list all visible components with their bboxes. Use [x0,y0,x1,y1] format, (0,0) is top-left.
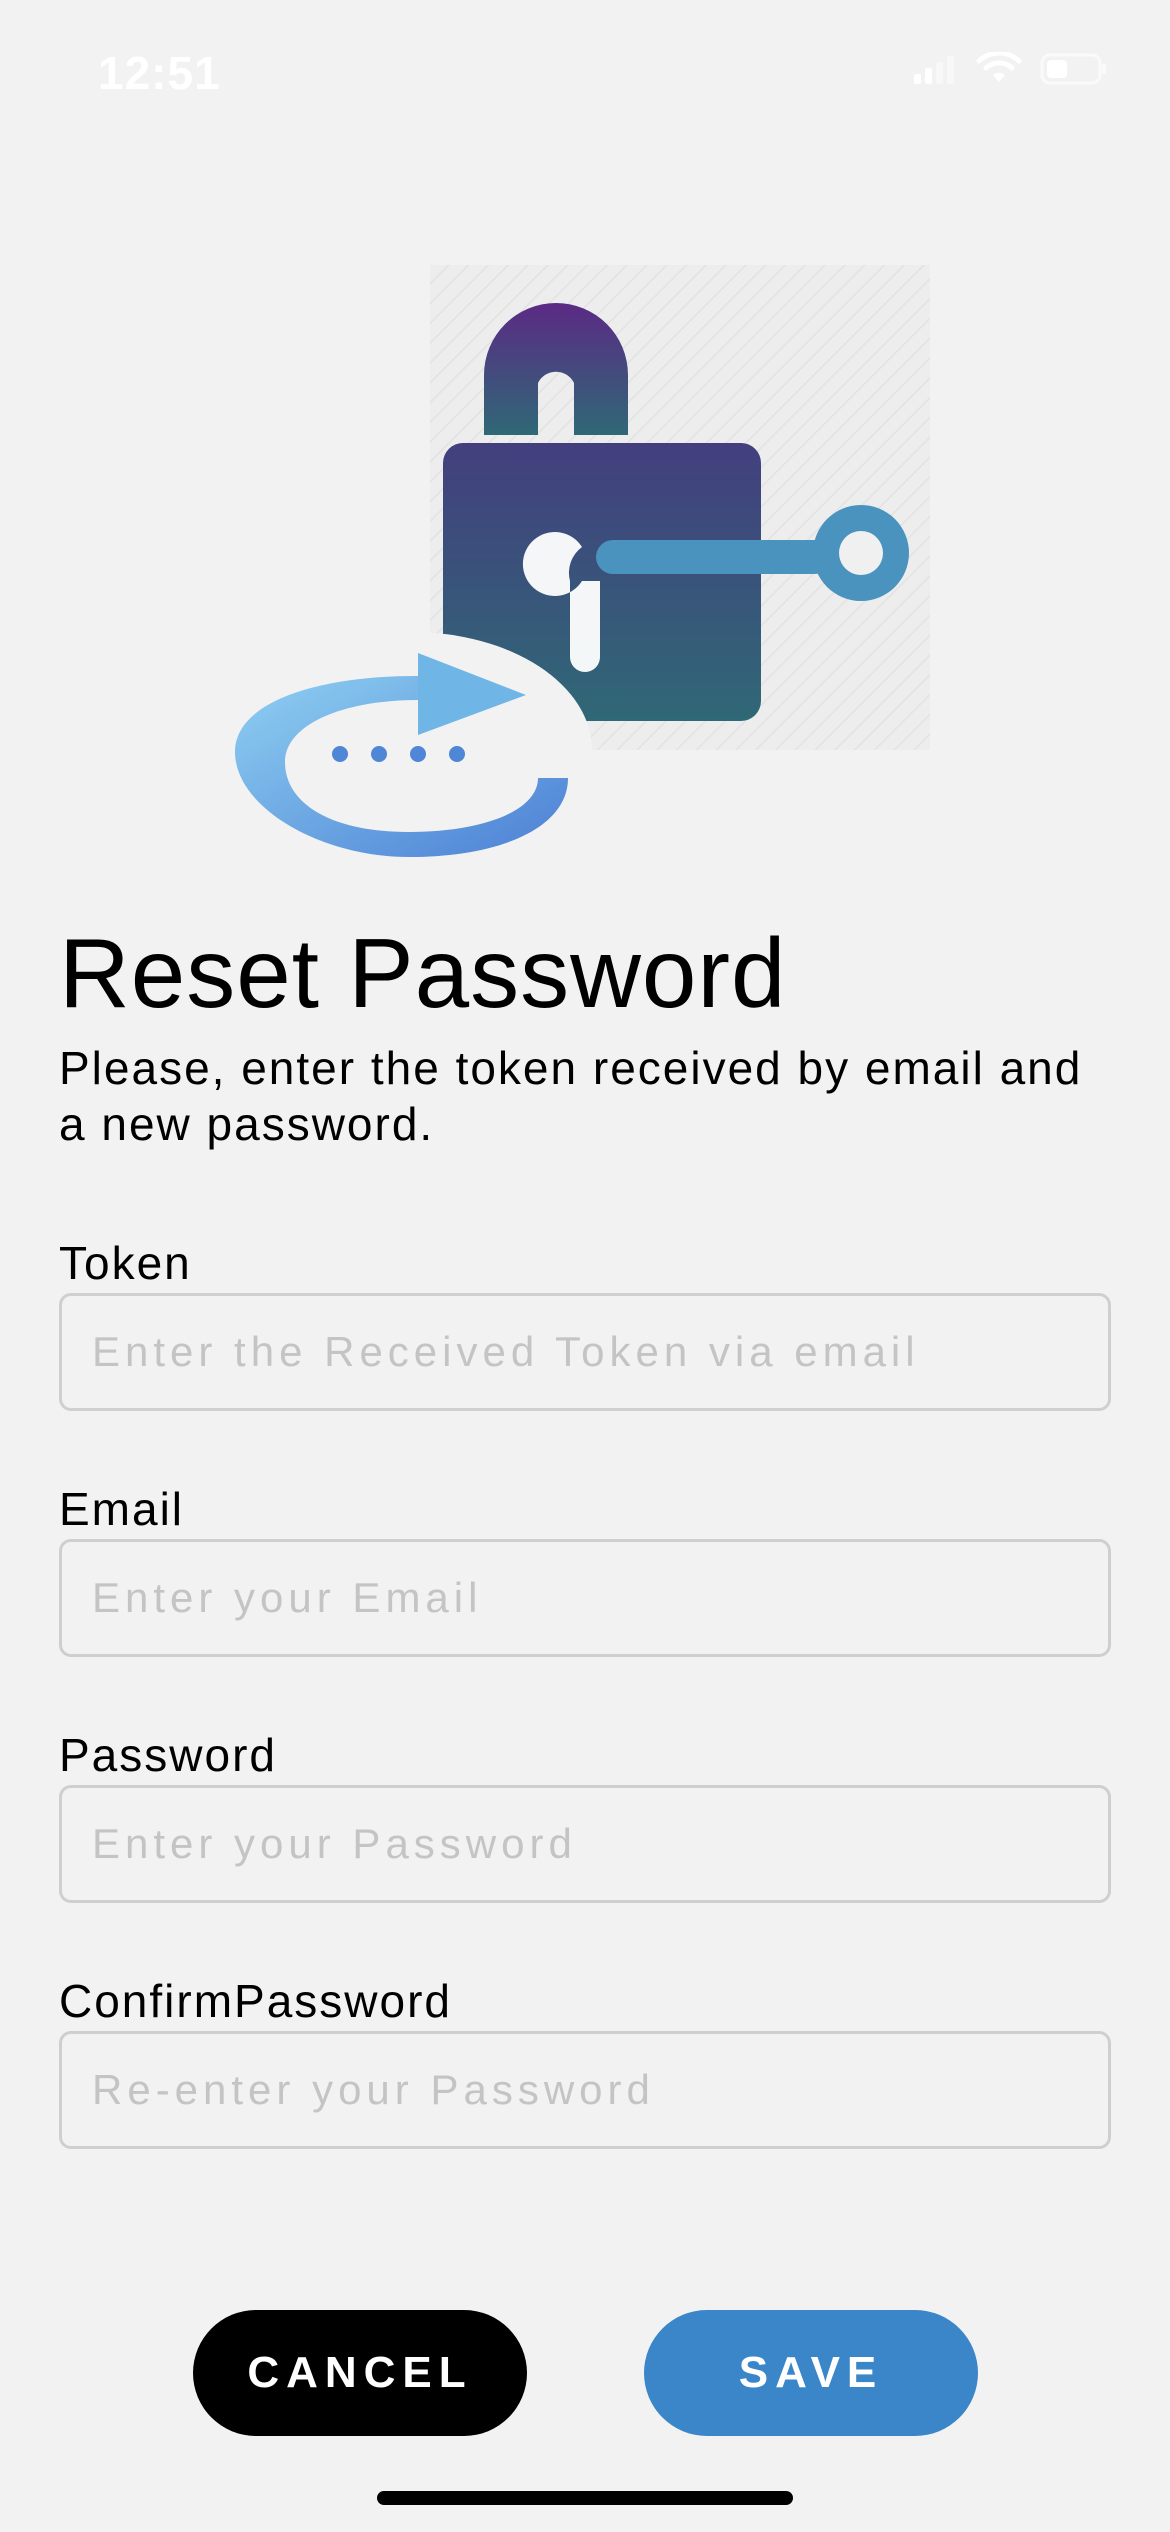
home-indicator[interactable] [377,2491,793,2505]
status-bar: 12:51 [0,0,1170,150]
save-button[interactable]: SAVE [644,2310,978,2436]
email-label: Email [59,1483,185,1535]
confirm-password-label: ConfirmPassword [59,1975,452,2027]
key-shaft [596,540,831,574]
cancel-button[interactable]: CANCEL [193,2310,527,2436]
password-input[interactable] [59,1785,1111,1903]
wifi-icon [976,52,1022,82]
token-input[interactable] [59,1293,1111,1411]
password-label: Password [59,1729,277,1781]
signal-icon [914,56,954,84]
status-time: 12:51 [98,47,221,99]
battery-icon [1040,53,1106,85]
status-icons [914,52,1108,86]
token-label: Token [59,1237,192,1289]
confirm-password-input[interactable] [59,2031,1111,2149]
email-input[interactable] [59,1539,1111,1657]
lock-key-reset-illustration [232,265,930,865]
page-subtitle: Please, enter the token received by emai… [59,1042,1083,1150]
page-title: Reset Password [59,918,787,1028]
